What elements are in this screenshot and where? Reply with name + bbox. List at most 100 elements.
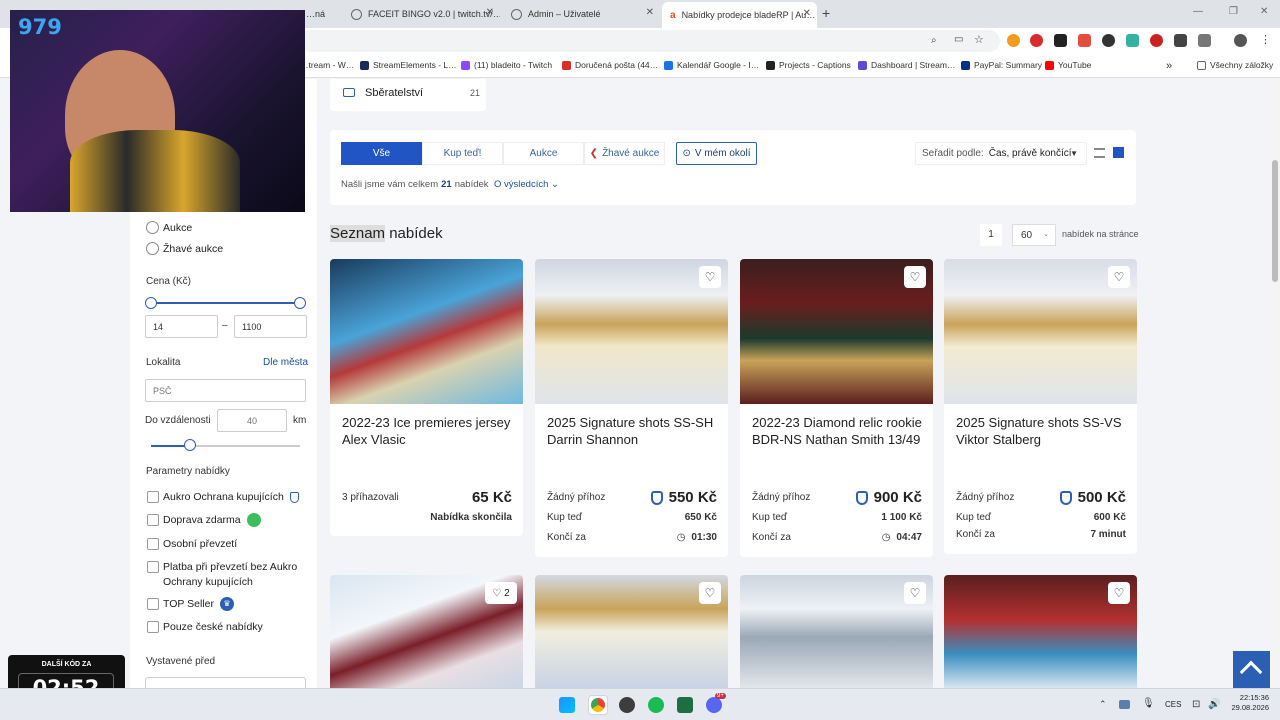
about-results-link[interactable]: O výsledcích ⌄: [494, 179, 559, 190]
card-image[interactable]: [330, 259, 523, 404]
extension-icon[interactable]: [1126, 34, 1139, 47]
price-min-handle[interactable]: [145, 297, 157, 309]
close-tab-icon[interactable]: ✕: [486, 7, 494, 18]
distance-handle[interactable]: [183, 439, 196, 451]
bookmark-item[interactable]: (11) bladeito - Twitch: [461, 60, 552, 70]
new-tab-button[interactable]: +: [822, 5, 830, 21]
extension-icon[interactable]: [1030, 34, 1043, 47]
card-title[interactable]: 2022-23 Ice premieres jersey Alex Vlasic: [342, 414, 514, 448]
network-icon[interactable]: ⊡: [1192, 699, 1200, 710]
avatar[interactable]: [1234, 34, 1247, 47]
param-cash-on-pickup[interactable]: Platba při převzetí bez Aukro Ochrany ku…: [147, 560, 312, 590]
near-me-button[interactable]: ⊙ V mém okolí: [676, 142, 757, 165]
by-city-link[interactable]: Dle města: [263, 357, 308, 368]
price-max-input[interactable]: 1100: [234, 315, 307, 338]
checkbox[interactable]: [147, 538, 159, 550]
bookmark-item[interactable]: StreamElements - L…: [360, 60, 457, 70]
sort-select[interactable]: Seřadit podle: Čas, právě končící ▼: [915, 142, 1087, 165]
extension-icon[interactable]: [1102, 34, 1115, 47]
bookmark-item[interactable]: YouTube: [1045, 60, 1091, 70]
favorite-heart-icon[interactable]: ♡: [699, 582, 721, 604]
param-free-shipping[interactable]: Doprava zdarma: [147, 513, 312, 528]
star-icon[interactable]: ☆: [974, 33, 984, 46]
extension-icon[interactable]: [1054, 34, 1067, 47]
bookmark-item[interactable]: Doručená pošta (44…: [562, 60, 658, 70]
puzzle-icon[interactable]: [1198, 34, 1211, 47]
offer-card[interactable]: ♡: [535, 575, 728, 688]
extension-icon[interactable]: [1007, 34, 1020, 47]
tray-chevron-icon[interactable]: ⌃: [1099, 699, 1107, 710]
steam-icon[interactable]: [1119, 700, 1130, 709]
maximize-icon[interactable]: ❐: [1229, 6, 1238, 17]
tab-aukro-active[interactable]: a Nabídky prodejce bladeRP | Au… ✕: [662, 2, 817, 28]
start-icon[interactable]: [559, 697, 575, 713]
favorite-heart-icon[interactable]: ♡ 2: [485, 582, 517, 604]
favorite-heart-icon[interactable]: ♡: [904, 266, 926, 288]
bookmark-item[interactable]: Projects - Captions: [766, 60, 851, 70]
param-personal-pickup[interactable]: Osobní převzetí: [147, 537, 312, 552]
favorite-heart-icon[interactable]: ♡: [904, 582, 926, 604]
bookmark-item[interactable]: Dashboard | Stream…: [858, 60, 955, 70]
page-number[interactable]: 1: [980, 224, 1002, 246]
bookmark-item[interactable]: …tream - W…: [300, 60, 354, 70]
spotify-icon[interactable]: [648, 697, 664, 713]
radio-auction[interactable]: Aukce: [146, 221, 192, 234]
param-aukro-protection[interactable]: Aukro Ochrana kupujících: [147, 490, 312, 505]
list-view-icon[interactable]: [1094, 148, 1105, 158]
price-range-track[interactable]: [151, 302, 301, 304]
checkbox[interactable]: [147, 561, 159, 573]
tab-auction[interactable]: Aukce: [503, 142, 584, 165]
offer-card[interactable]: ♡: [740, 575, 933, 688]
price-min-input[interactable]: 14: [145, 315, 218, 338]
language-indicator[interactable]: CES: [1165, 700, 1181, 709]
chrome-icon[interactable]: [588, 695, 608, 715]
all-bookmarks[interactable]: Všechny záložky: [1197, 60, 1273, 70]
offer-card[interactable]: ♡ 2025 Signature shots SS-SH Darrin Shan…: [535, 259, 728, 557]
excel-icon[interactable]: [677, 697, 693, 713]
distance-input[interactable]: [217, 409, 287, 432]
clock[interactable]: 22:15:36 29.08.2026: [1229, 693, 1269, 713]
card-title[interactable]: 2022-23 Diamond relic rookie BDR-NS Nath…: [752, 414, 924, 448]
minimize-icon[interactable]: —: [1193, 6, 1203, 17]
tab-1[interactable]: …ná: [300, 4, 340, 24]
tab-all[interactable]: Vše: [341, 142, 422, 165]
offer-card[interactable]: 2022-23 Ice premieres jersey Alex Vlasic…: [330, 259, 523, 536]
zip-input[interactable]: [145, 379, 306, 402]
listed-before-select[interactable]: [145, 677, 306, 688]
favorite-heart-icon[interactable]: ♡: [1108, 266, 1130, 288]
tab-faceit-bingo[interactable]: FACEIT BINGO v2.0 | twitch.tv/… ✕: [345, 4, 500, 24]
offer-card[interactable]: ♡ 2022-23 Diamond relic rookie BDR-NS Na…: [740, 259, 933, 557]
scroll-to-top-button[interactable]: [1233, 651, 1270, 688]
distance-track[interactable]: [151, 439, 300, 451]
cast-icon[interactable]: ▭: [954, 34, 963, 45]
checkbox[interactable]: [147, 491, 159, 503]
bookmark-item[interactable]: PayPal: Summary: [961, 60, 1042, 70]
address-bar[interactable]: [300, 30, 1000, 52]
discord-icon[interactable]: [706, 697, 722, 713]
volume-icon[interactable]: 🔊: [1208, 699, 1220, 710]
bookmark-item[interactable]: Kalendář Google - I…: [664, 60, 759, 70]
radio-hot-auction[interactable]: Žhavé aukce: [146, 242, 223, 255]
checkbox[interactable]: [147, 514, 159, 526]
offer-card[interactable]: ♡ 2025 Signature shots SS-VS Viktor Stal…: [944, 259, 1137, 554]
microphone-icon[interactable]: 🎙: [1142, 698, 1155, 709]
extension-icon[interactable]: [1150, 34, 1163, 47]
card-title[interactable]: 2025 Signature shots SS-SH Darrin Shanno…: [547, 414, 719, 448]
zoom-icon[interactable]: ⌕: [931, 35, 937, 46]
bookmarks-more[interactable]: »: [1166, 60, 1172, 72]
close-window-icon[interactable]: ✕: [1260, 6, 1268, 17]
favorite-heart-icon[interactable]: ♡: [699, 266, 721, 288]
extension-icon[interactable]: [1078, 34, 1091, 47]
checkbox[interactable]: [147, 598, 159, 610]
tab-admin[interactable]: Admin – Uživatelé ✕: [505, 4, 660, 24]
favorite-heart-icon[interactable]: ♡: [1108, 582, 1130, 604]
offer-card[interactable]: ♡ 2: [330, 575, 523, 688]
tab-buy-now[interactable]: Kup teď!: [422, 142, 503, 165]
param-top-seller[interactable]: TOP Seller ♛: [147, 597, 312, 612]
checkbox[interactable]: [147, 621, 159, 633]
close-tab-icon[interactable]: ✕: [646, 7, 654, 18]
per-page-select[interactable]: 60 ⌄: [1012, 224, 1056, 246]
extension-icon[interactable]: [1174, 34, 1187, 47]
close-tab-icon[interactable]: ✕: [803, 8, 811, 19]
tab-hot-auction[interactable]: ❮ Žhavé aukce: [584, 142, 665, 165]
